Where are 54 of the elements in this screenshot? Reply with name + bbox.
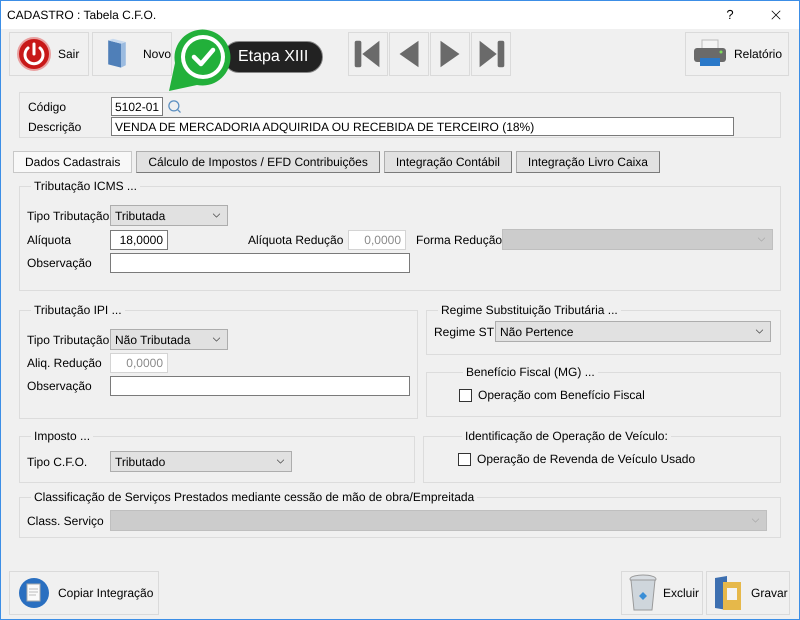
field-label: Regime ST: [434, 324, 495, 340]
code-field[interactable]: 5102-01: [111, 97, 163, 116]
tab[interactable]: Cálculo de Impostos / EFD Contribuições: [136, 151, 380, 173]
group-title: Tributação IPI ...: [33, 302, 123, 319]
checkbox[interactable]: [458, 452, 471, 466]
new-button[interactable]: Novo: [92, 32, 172, 76]
text-field[interactable]: [110, 253, 410, 273]
number-field[interactable]: 18,0000: [110, 230, 168, 250]
power-icon: [16, 36, 52, 72]
field-label: Aliq. Redução: [27, 355, 103, 372]
field-label: Tipo Tributação: [27, 332, 110, 348]
field-label: Código: [28, 98, 68, 116]
group-title: Classificação de Serviços Prestados mediante cessão de mão de obra/Empreitada: [33, 489, 476, 506]
tab[interactable]: Integração Contábil: [384, 151, 512, 173]
group-title: Identificação de Operação de Veículo:: [464, 428, 669, 445]
field-label: Alíquota Redução: [248, 232, 344, 248]
dropdown[interactable]: Tributado: [110, 451, 292, 472]
checkbox-label: Operação de Revenda de Veículo Usado: [477, 451, 696, 468]
nav-button[interactable]: [389, 32, 429, 76]
trash-icon: [628, 574, 658, 612]
group-title: Regime Substituição Tributária ...: [440, 302, 619, 319]
dropdown[interactable]: Tributada: [110, 205, 228, 226]
field-label: Alíquota: [27, 232, 72, 248]
checkbox[interactable]: [459, 388, 472, 402]
nav-button[interactable]: [471, 32, 511, 76]
copy-integration-button[interactable]: Copiar Integração: [9, 571, 159, 615]
delete-button[interactable]: Excluir: [621, 571, 703, 615]
checkbox-label: Operação com Benefício Fiscal: [478, 387, 645, 404]
save-button[interactable]: Gravar: [706, 571, 790, 615]
text-field[interactable]: [110, 376, 410, 396]
description-field[interactable]: VENDA DE MERCADORIA ADQUIRIDA OU RECEBIDA DE TERCEIRO (18%): [111, 117, 734, 136]
tab[interactable]: Integração Livro Caixa: [516, 151, 660, 173]
field-label: Observação: [27, 378, 93, 395]
dropdown[interactable]: Não Tributada: [110, 329, 228, 350]
help-button[interactable]: ?: [707, 5, 753, 25]
window-title: CADASTRO : Tabela C.F.O.: [7, 7, 158, 24]
field-label: Tipo C.F.O.: [27, 454, 88, 470]
field-label: Observação: [27, 255, 93, 272]
search-icon[interactable]: [167, 99, 182, 114]
report-button[interactable]: Relatório: [685, 32, 789, 76]
field-label: Forma Redução: [416, 232, 502, 248]
nav-button[interactable]: [348, 32, 388, 76]
exit-button[interactable]: Sair: [9, 32, 89, 76]
folder-icon: [713, 574, 743, 612]
group-title: Imposto ...: [33, 428, 92, 445]
field-label: Tipo Tributação: [27, 208, 110, 224]
field-label: Descrição: [28, 118, 82, 136]
field-label: Class. Serviço: [27, 512, 105, 530]
nav-button[interactable]: [430, 32, 470, 76]
globe-document-icon: [18, 576, 50, 610]
group-title: Benefício Fiscal (MG) ...: [465, 364, 596, 381]
tab[interactable]: Dados Cadastrais: [13, 151, 132, 173]
group-title: Tributação ICMS ...: [33, 178, 138, 195]
dropdown[interactable]: Não Pertence: [495, 321, 771, 342]
